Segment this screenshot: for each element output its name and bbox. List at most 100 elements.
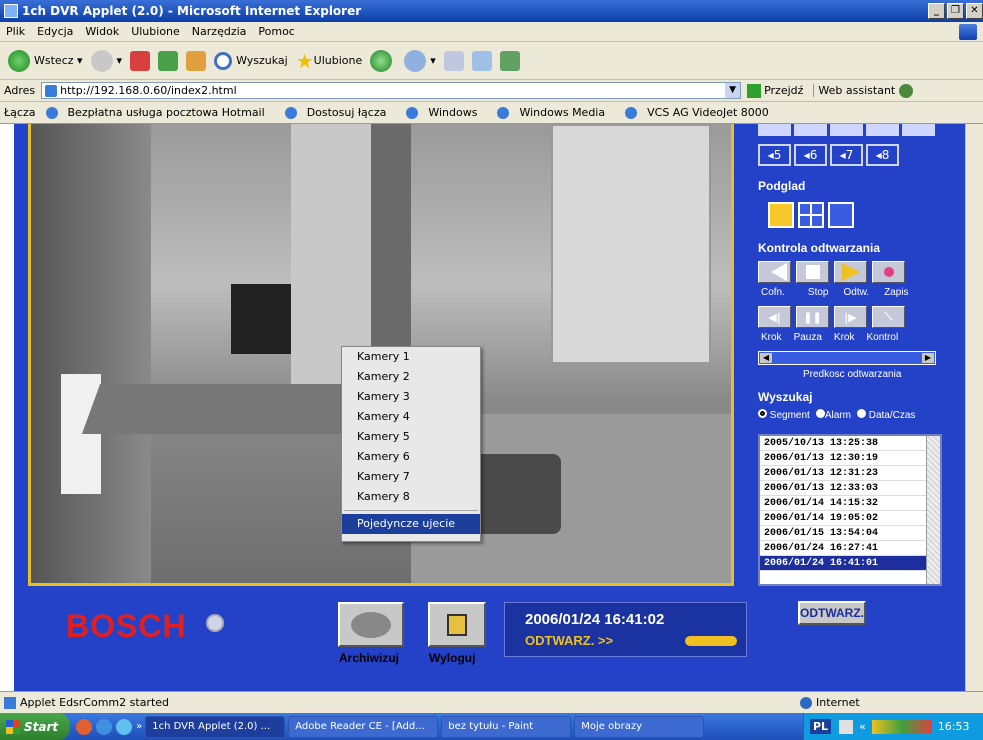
search-title: Wyszukaj: [758, 390, 813, 404]
search-results-list[interactable]: 2005/10/13 13:25:38 2006/01/13 12:30:19 …: [758, 434, 942, 586]
start-button[interactable]: Start: [0, 713, 71, 740]
quicklaunch-icon[interactable]: [116, 718, 133, 735]
windows-logo-icon: [959, 24, 977, 40]
speed-slider[interactable]: ◀ ▶: [758, 351, 936, 365]
task-paint[interactable]: bez tytułu - Paint: [441, 715, 572, 738]
status-bar: Applet EdsrComm2 started Internet: [0, 691, 983, 713]
forward-button[interactable]: ▾: [90, 49, 122, 72]
messenger-icon[interactable]: [499, 50, 520, 71]
stop-button[interactable]: [796, 261, 829, 283]
history-icon[interactable]: [404, 49, 427, 72]
dropdown-arrow-icon[interactable]: ▼: [725, 83, 741, 98]
address-input[interactable]: http://192.168.0.60/index2.html ▼: [41, 82, 742, 99]
go-button[interactable]: Przejdź: [764, 84, 803, 97]
more-icon[interactable]: »: [136, 721, 142, 732]
camera-5-button[interactable]: ◂ 5: [758, 144, 791, 166]
web-assistant-button[interactable]: Web assistant: [813, 84, 895, 97]
search-button[interactable]: Wyszukaj: [214, 51, 288, 70]
record-button[interactable]: [872, 261, 905, 283]
list-scrollbar[interactable]: [926, 436, 940, 584]
ie-page-icon: [497, 107, 510, 119]
menu-item-kamery-2[interactable]: Kamery 2: [342, 367, 480, 387]
minimize-button[interactable]: _: [928, 3, 945, 19]
stop-label: Stop: [807, 287, 829, 298]
list-item[interactable]: 2006/01/13 12:31:23: [760, 466, 940, 481]
favorites-button[interactable]: ★ Ulubione: [296, 49, 363, 73]
go-arrow-icon[interactable]: [747, 83, 762, 98]
control-button[interactable]: ⟍: [872, 306, 905, 328]
menu-item-kamery-6[interactable]: Kamery 6: [342, 447, 480, 467]
speed-label: Predkosc odtwarzania: [803, 369, 902, 380]
play-button[interactable]: [834, 261, 867, 283]
camera-8-button[interactable]: ◂ 8: [866, 144, 899, 166]
menu-item-kamery-3[interactable]: Kamery 3: [342, 387, 480, 407]
radio-date-time[interactable]: Data/Czas: [856, 409, 915, 421]
menu-edycja[interactable]: Edycja: [37, 25, 73, 38]
menu-ulubione[interactable]: Ulubione: [131, 25, 180, 38]
link-videojet[interactable]: VCS AG VideoJet 8000: [625, 106, 779, 119]
step-back-button[interactable]: ◀|: [758, 306, 791, 328]
menu-item-kamery-1[interactable]: Kamery 1: [342, 347, 480, 367]
radio-icon: [815, 409, 825, 418]
link-windows-media[interactable]: Windows Media: [497, 106, 615, 119]
tray-expand-icon[interactable]: «: [859, 720, 866, 733]
list-item[interactable]: 2006/01/13 12:30:19: [760, 451, 940, 466]
quicklaunch-icon[interactable]: [76, 718, 93, 735]
page-scrollbar[interactable]: [965, 124, 983, 691]
menu-plik[interactable]: Plik: [6, 25, 25, 38]
menu-item-single-shot[interactable]: Pojedyncze ujecie: [342, 514, 480, 534]
list-item[interactable]: 2006/01/24 16:27:41: [760, 541, 940, 556]
harddisk-icon: [351, 612, 391, 638]
list-item[interactable]: 2005/10/13 13:25:38: [760, 436, 940, 451]
task-my-pictures[interactable]: Moje obrazy: [574, 715, 705, 738]
quicklaunch-ie-icon[interactable]: [96, 718, 113, 735]
rewind-button[interactable]: [758, 261, 791, 283]
task-dvr-applet[interactable]: 1ch DVR Applet (2.0) ...: [145, 715, 286, 738]
menu-item-kamery-7[interactable]: Kamery 7: [342, 467, 480, 487]
list-item-selected[interactable]: 2006/01/24 16:41:01: [760, 556, 940, 571]
menu-item-kamery-5[interactable]: Kamery 5: [342, 427, 480, 447]
link-hotmail[interactable]: Bezpłatna usługa pocztowa Hotmail: [45, 106, 275, 119]
list-item[interactable]: 2006/01/14 19:05:02: [760, 511, 940, 526]
radio-segment[interactable]: Segment: [758, 409, 810, 421]
close-button[interactable]: ✕: [966, 3, 983, 19]
view-layout-buttons: [768, 202, 854, 228]
nine-view-icon[interactable]: [828, 202, 854, 228]
logout-button[interactable]: [428, 602, 486, 647]
link-windows[interactable]: Windows: [406, 106, 487, 119]
camera-6-button[interactable]: ◂ 6: [794, 144, 827, 166]
camera-buttons-row-top: [758, 124, 938, 136]
archive-button[interactable]: [338, 602, 404, 647]
back-button[interactable]: Wstecz ▾: [8, 49, 83, 72]
list-item[interactable]: 2006/01/13 12:33:03: [760, 481, 940, 496]
menu-narzedzia[interactable]: Narzędzia: [192, 25, 247, 38]
globe-icon[interactable]: [899, 83, 914, 98]
radio-alarm[interactable]: Alarm: [815, 409, 851, 421]
menu-item-kamery-8[interactable]: Kamery 8: [342, 487, 480, 507]
pause-button[interactable]: ❚❚: [796, 306, 829, 328]
stop-icon[interactable]: [130, 50, 151, 71]
address-url: http://192.168.0.60/index2.html: [60, 84, 237, 97]
menu-pomoc[interactable]: Pomoc: [258, 25, 294, 38]
list-item[interactable]: 2006/01/14 14:15:32: [760, 496, 940, 511]
single-view-icon[interactable]: [768, 202, 794, 228]
link-customize[interactable]: Dostosuj łącza: [284, 106, 397, 119]
edit-icon[interactable]: [471, 50, 492, 71]
task-adobe-reader[interactable]: Adobe Reader CE - [Add...: [288, 715, 439, 738]
quad-view-icon[interactable]: [798, 202, 824, 228]
refresh-icon[interactable]: [158, 50, 179, 71]
window-titlebar[interactable]: 1ch DVR Applet (2.0) - Microsoft Interne…: [0, 0, 983, 22]
maximize-button[interactable]: ❐: [947, 3, 964, 19]
play-from-list-button[interactable]: ODTWARZ.: [798, 601, 866, 625]
list-item[interactable]: 2006/01/15 13:54:04: [760, 526, 940, 541]
camera-7-button[interactable]: ◂ 7: [830, 144, 863, 166]
menu-item-kamery-4[interactable]: Kamery 4: [342, 407, 480, 427]
keyboard-icon[interactable]: [839, 719, 854, 734]
tray-icons[interactable]: [871, 719, 932, 734]
language-indicator[interactable]: PL: [810, 719, 832, 734]
media-icon[interactable]: [370, 49, 393, 72]
menu-widok[interactable]: Widok: [85, 25, 119, 38]
step-forward-button[interactable]: |▶: [834, 306, 867, 328]
home-icon[interactable]: [186, 50, 207, 71]
print-icon[interactable]: [443, 50, 464, 71]
